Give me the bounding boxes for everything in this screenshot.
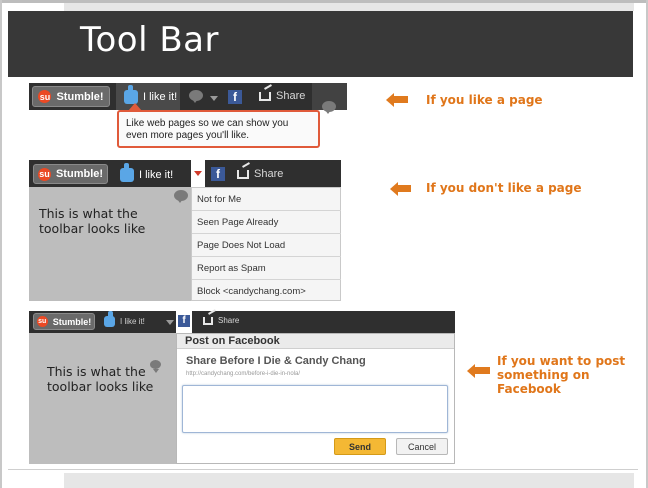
like-button[interactable]: I like it! [120, 163, 174, 182]
note-arrow-2-shaft [397, 185, 411, 192]
thumbs-down-icon[interactable] [174, 190, 188, 203]
share-label: Share [218, 316, 240, 325]
facebook-icon[interactable]: f [228, 90, 242, 104]
thumbs-up-icon [120, 163, 134, 182]
slide-left-border [0, 0, 2, 488]
note-dislike: If you don't like a page [426, 181, 582, 195]
facebook-icon: f [178, 315, 190, 327]
facebook-post-dialog: Post on Facebook Share Before I Die & Ca… [176, 333, 455, 464]
thumbs-down-icon[interactable] [189, 90, 203, 103]
menu-item-block-site[interactable]: Block <candychang.com> [192, 280, 341, 303]
stumble-button[interactable]: su Stumble! [33, 164, 108, 184]
menu-item-page-does-not-load[interactable]: Page Does Not Load [192, 234, 341, 257]
menu-item-seen-page-already[interactable]: Seen Page Already [192, 211, 341, 234]
dislike-dropdown-menu: Not for Me Seen Page Already Page Does N… [191, 187, 341, 301]
slide-title: Tool Bar [80, 20, 219, 60]
shared-page-title: Share Before I Die & Candy Chang [186, 355, 366, 367]
panel-caption-2: This is what the toolbar looks like [47, 364, 154, 394]
share-button[interactable]: Share [203, 316, 239, 325]
share-label: Share [254, 168, 284, 180]
note-like: If you like a page [426, 93, 543, 107]
share-button[interactable]: Share [237, 168, 283, 180]
thumbs-up-icon [104, 311, 115, 327]
menu-item-not-for-me[interactable]: Not for Me [192, 188, 341, 211]
chevron-down-icon[interactable] [210, 96, 218, 101]
stumbleupon-logo-icon: su [38, 90, 52, 103]
thumbs-up-icon [124, 85, 138, 104]
post-message-input[interactable] [182, 385, 448, 433]
slide-bottom-strip [64, 473, 634, 488]
note-facebook-line-2: something on Facebook [497, 368, 590, 396]
panel-caption-1: This is what the toolbar looks like [39, 206, 146, 236]
share-label: Share [276, 90, 306, 102]
like-tooltip: Like web pages so we can show you even m… [117, 110, 320, 148]
slide-bottom-divider [8, 469, 638, 470]
dialog-header: Post on Facebook [177, 334, 454, 349]
stumble-button[interactable]: su Stumble! [32, 86, 110, 107]
note-facebook-line-1: If you want to post [497, 354, 626, 368]
share-icon [203, 316, 213, 325]
stumble-label: Stumble! [52, 316, 92, 327]
menu-item-report-as-spam[interactable]: Report as Spam [192, 257, 341, 280]
like-button[interactable]: I like it! [124, 85, 178, 104]
chevron-down-icon[interactable] [166, 320, 174, 325]
note-arrow-1-shaft [393, 96, 408, 103]
like-label: I like it! [120, 317, 145, 326]
stumbleupon-logo-icon: su [36, 316, 48, 327]
note-facebook: If you want to post something on Faceboo… [497, 354, 648, 396]
like-button[interactable]: I like it! [104, 311, 145, 327]
shared-page-url[interactable]: http://candychang.com/before-i-die-in-no… [186, 371, 300, 377]
share-button[interactable]: Share [259, 90, 305, 102]
share-icon [237, 169, 249, 179]
toolbar-panel-3 [29, 333, 176, 464]
send-button[interactable]: Send [334, 438, 386, 455]
cancel-button[interactable]: Cancel [396, 438, 448, 455]
stumble-label: Stumble! [55, 168, 104, 180]
stumble-label: Stumble! [56, 90, 104, 103]
like-label: I like it! [143, 91, 178, 103]
slide-top-strip [64, 3, 634, 11]
like-label: I like it! [139, 169, 174, 181]
dropdown-toggle[interactable] [191, 160, 205, 187]
note-arrow-3-shaft [474, 367, 490, 374]
facebook-icon[interactable]: f [211, 167, 225, 181]
stumble-button[interactable]: su Stumble! [33, 313, 95, 330]
chevron-down-icon [194, 171, 202, 176]
comment-icon[interactable] [322, 101, 336, 114]
share-icon [259, 91, 271, 101]
facebook-button-active[interactable]: f [176, 311, 192, 333]
stumbleupon-logo-icon: su [37, 167, 51, 181]
